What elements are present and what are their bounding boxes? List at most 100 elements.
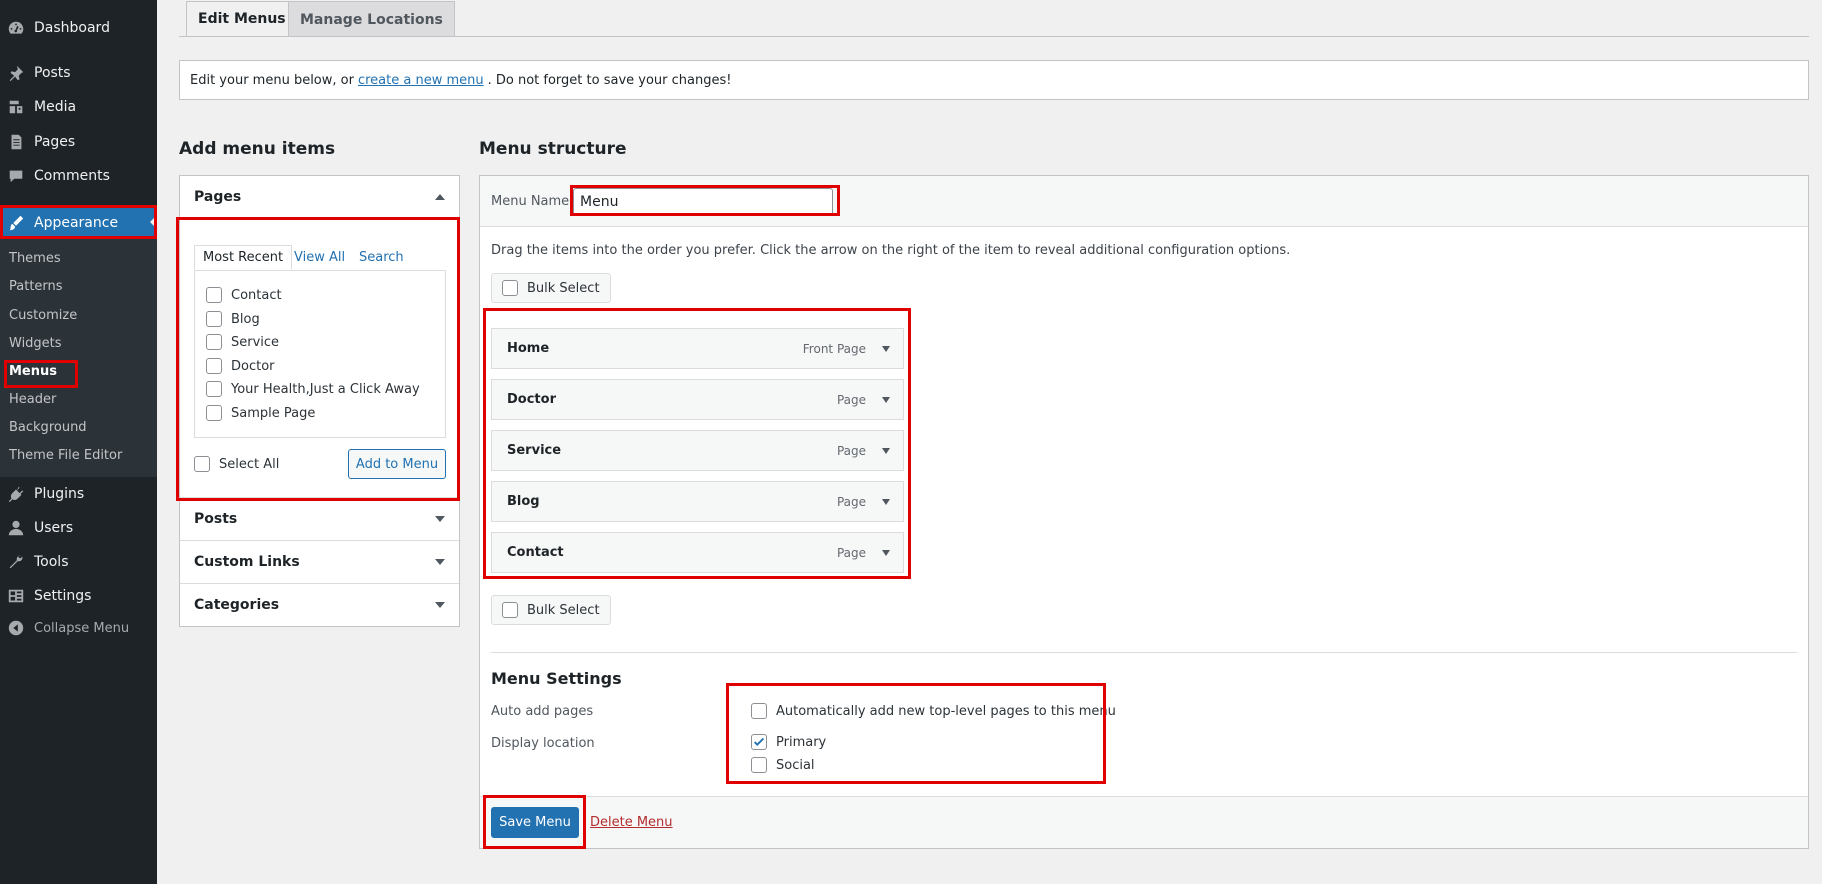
pages-section-header[interactable]: Pages: [180, 176, 459, 218]
tab-most-recent[interactable]: Most Recent: [194, 245, 293, 270]
expand-arrow-icon[interactable]: [882, 346, 890, 352]
submenu-item-customize[interactable]: Customize: [9, 306, 77, 326]
page-option-contact[interactable]: Contact: [206, 287, 282, 303]
sidebar-item-label: Comments: [34, 168, 110, 184]
add-menu-items-heading: Add menu items: [179, 139, 336, 159]
sidebar-item-label: Users: [34, 520, 74, 536]
media-icon: [7, 98, 25, 116]
checkbox[interactable]: [751, 757, 767, 773]
checkbox[interactable]: [502, 280, 518, 296]
dashboard-icon: [7, 19, 25, 37]
sidebar-item-appearance[interactable]: Appearance: [0, 206, 157, 240]
submenu-item-menus[interactable]: Menus: [9, 362, 57, 382]
expand-arrow-icon[interactable]: [882, 397, 890, 403]
location-social-option[interactable]: Social: [751, 757, 815, 773]
tab-manage-locations[interactable]: Manage Locations: [288, 1, 455, 37]
menu-item-title: Blog: [507, 494, 540, 509]
checkbox[interactable]: [206, 334, 222, 350]
checkbox[interactable]: [194, 456, 210, 472]
tab-view-all[interactable]: View All: [294, 250, 345, 265]
submenu-item-patterns[interactable]: Patterns: [9, 277, 63, 297]
expand-arrow-icon[interactable]: [882, 499, 890, 505]
checkbox[interactable]: [206, 358, 222, 374]
sidebar-item-label: Tools: [34, 554, 69, 570]
save-menu-button[interactable]: Save Menu: [491, 807, 579, 838]
checkbox[interactable]: [206, 381, 222, 397]
bulk-select-top[interactable]: Bulk Select: [491, 273, 611, 303]
submenu-item-widgets[interactable]: Widgets: [9, 334, 62, 354]
add-to-menu-button[interactable]: Add to Menu: [348, 449, 446, 479]
collapse-menu-button[interactable]: Collapse Menu: [0, 612, 157, 644]
sidebar-item-label: Media: [34, 99, 77, 115]
section-title: Custom Links: [194, 554, 300, 570]
categories-section-header[interactable]: Categories: [180, 583, 459, 626]
plugin-icon: [7, 485, 25, 503]
expand-arrow-icon[interactable]: [882, 550, 890, 556]
notice-text-before: Edit your menu below, or: [190, 72, 354, 88]
sidebar-item-tools[interactable]: Tools: [0, 546, 157, 578]
checkbox-checked[interactable]: [751, 734, 767, 750]
posts-section-header[interactable]: Posts: [180, 497, 459, 540]
menu-name-input[interactable]: [573, 188, 833, 216]
menu-item-blog[interactable]: Blog Page: [491, 481, 904, 522]
sidebar-item-media[interactable]: Media: [0, 91, 157, 123]
display-location-label: Display location: [491, 736, 595, 751]
page-option-doctor[interactable]: Doctor: [206, 358, 275, 374]
checkbox[interactable]: [206, 405, 222, 421]
settings-icon: [7, 587, 25, 605]
delete-menu-link[interactable]: Delete Menu: [590, 815, 673, 830]
sidebar-item-users[interactable]: Users: [0, 512, 157, 544]
page-label: Contact: [231, 287, 282, 303]
tab-divider: [179, 36, 1809, 37]
custom-links-section-header[interactable]: Custom Links: [180, 540, 459, 583]
page-option-sample-page[interactable]: Sample Page: [206, 405, 315, 421]
page-option-service[interactable]: Service: [206, 334, 279, 350]
notice-text-after: . Do not forget to save your changes!: [487, 72, 732, 88]
collapse-arrow-icon: [435, 194, 445, 200]
bulk-select-label: Bulk Select: [527, 280, 600, 296]
sidebar-item-dashboard[interactable]: Dashboard: [0, 12, 157, 44]
notice-box: Edit your menu below, or create a new me…: [179, 60, 1809, 100]
submenu-item-theme-file-editor[interactable]: Theme File Editor: [9, 446, 122, 466]
tab-edit-menus[interactable]: Edit Menus: [186, 1, 298, 37]
submenu-item-themes[interactable]: Themes: [9, 249, 61, 269]
collapse-menu-label: Collapse Menu: [34, 620, 130, 636]
submenu-item-header[interactable]: Header: [9, 390, 56, 410]
checkbox[interactable]: [502, 602, 518, 618]
menu-item-service[interactable]: Service Page: [491, 430, 904, 471]
menu-item-home[interactable]: Home Front Page: [491, 328, 904, 369]
location-primary-option[interactable]: Primary: [751, 734, 826, 750]
menu-item-title: Service: [507, 443, 562, 458]
bulk-select-bottom[interactable]: Bulk Select: [491, 595, 611, 625]
page-option-blog[interactable]: Blog: [206, 311, 260, 327]
tab-search[interactable]: Search: [359, 250, 404, 265]
checkbox[interactable]: [206, 287, 222, 303]
sidebar-item-settings[interactable]: Settings: [0, 580, 157, 612]
expand-arrow-icon[interactable]: [882, 448, 890, 454]
location-name: Social: [776, 757, 815, 773]
pages-icon: [7, 133, 25, 151]
user-icon: [7, 519, 25, 537]
checkbox[interactable]: [751, 703, 767, 719]
sidebar-item-comments[interactable]: Comments: [0, 160, 157, 192]
admin-sidebar: Dashboard Posts Media Pages Comments App…: [0, 0, 157, 884]
select-all-checkbox[interactable]: Select All: [194, 456, 279, 472]
expand-arrow-icon: [435, 516, 445, 522]
comment-icon: [7, 167, 25, 185]
menu-structure-heading: Menu structure: [479, 139, 627, 159]
page-label: Blog: [231, 311, 260, 327]
menu-item-doctor[interactable]: Doctor Page: [491, 379, 904, 420]
menu-name-bar: Menu Name: [480, 176, 1808, 227]
sidebar-item-pages[interactable]: Pages: [0, 126, 157, 158]
brush-icon: [7, 214, 25, 232]
auto-add-pages-option[interactable]: Automatically add new top-level pages to…: [751, 703, 1116, 719]
sidebar-item-posts[interactable]: Posts: [0, 57, 157, 89]
current-menu-arrow: [150, 215, 157, 229]
sidebar-item-plugins[interactable]: Plugins: [0, 478, 157, 510]
submenu-item-background[interactable]: Background: [9, 418, 87, 438]
menu-item-type: Page: [836, 444, 866, 458]
checkbox[interactable]: [206, 311, 222, 327]
create-new-menu-link[interactable]: create a new menu: [358, 73, 484, 88]
page-option-your-health[interactable]: Your Health,Just a Click Away: [206, 381, 420, 397]
menu-item-contact[interactable]: Contact Page: [491, 532, 904, 573]
